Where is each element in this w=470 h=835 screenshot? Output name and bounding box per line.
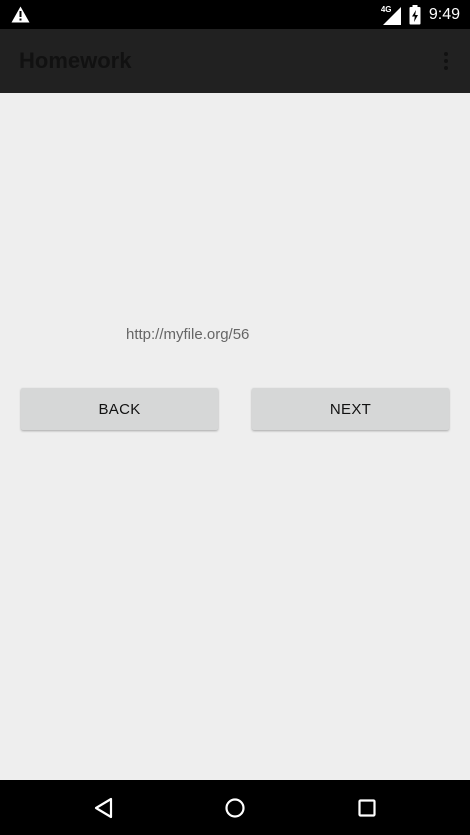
signal-icon — [382, 6, 401, 25]
next-button[interactable]: NEXT — [252, 388, 449, 430]
nav-home-button[interactable] — [221, 794, 249, 822]
more-vert-icon[interactable] — [434, 47, 458, 75]
recents-square-icon — [358, 799, 376, 817]
back-triangle-icon — [94, 797, 113, 819]
status-icons: 4G 9:49 — [381, 0, 460, 29]
main-content: http://myfile.org/56 BACK NEXT — [0, 93, 470, 780]
home-circle-icon — [225, 798, 245, 818]
navigation-bar — [0, 780, 470, 835]
network-indicator: 4G — [381, 5, 403, 25]
screen: 4G 9:49 Homework http://myfile.org/56 BA… — [0, 0, 470, 835]
overflow-dot — [444, 66, 448, 70]
overflow-dot — [444, 52, 448, 56]
app-bar: Homework — [0, 29, 470, 93]
overflow-dot — [444, 59, 448, 63]
status-bar: 4G 9:49 — [0, 0, 470, 29]
clock: 9:49 — [428, 5, 460, 23]
battery-charging-icon — [409, 4, 421, 24]
warning-icon — [11, 6, 30, 23]
nav-back-button[interactable] — [90, 794, 118, 822]
back-button[interactable]: BACK — [21, 388, 218, 430]
nav-recents-button[interactable] — [353, 794, 381, 822]
url-text: http://myfile.org/56 — [126, 326, 250, 343]
app-title: Homework — [19, 48, 132, 73]
